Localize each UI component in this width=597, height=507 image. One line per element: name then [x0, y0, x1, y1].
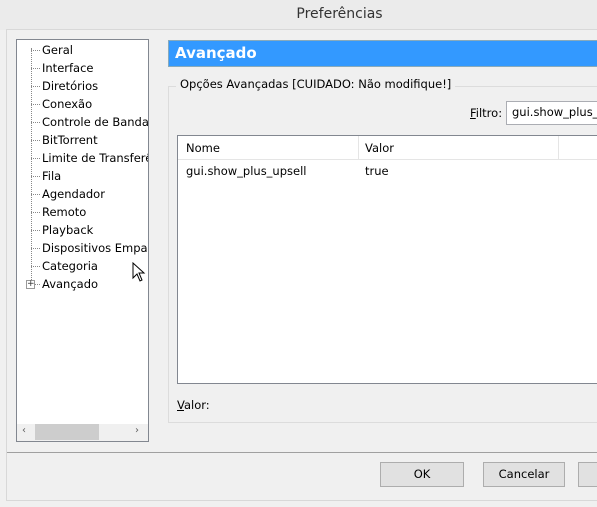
footer-divider	[7, 452, 597, 453]
tree-line	[31, 266, 40, 267]
filter-label: Filtro:	[470, 106, 503, 120]
scrollbar-thumb[interactable]	[35, 424, 99, 440]
tree-line	[31, 230, 40, 231]
ok-button[interactable]: OK	[380, 462, 464, 487]
sidebar-item[interactable]: Controle de Banda	[42, 113, 148, 131]
tree-line	[31, 212, 40, 213]
filter-input[interactable]: gui.show_plus_upsell	[506, 101, 597, 125]
group-label: Opções Avançadas [CUIDADO: Não modifique…	[176, 77, 456, 91]
column-header-name[interactable]: Nome	[186, 141, 220, 155]
category-tree[interactable]: Geral Interface Diretórios Conexão Controle …	[16, 39, 149, 442]
sidebar-item[interactable]: Diretórios	[42, 77, 98, 95]
sidebar-item[interactable]: Categoria	[42, 257, 98, 275]
row-name: gui.show_plus_upsell	[186, 164, 307, 178]
tree-line	[31, 48, 32, 286]
tree-line	[31, 68, 40, 69]
column-divider[interactable]	[558, 136, 559, 160]
cancel-button[interactable]: Cancelar	[483, 462, 565, 487]
sidebar-item[interactable]: Conexão	[42, 95, 92, 113]
scroll-left-icon[interactable]: ‹	[22, 425, 26, 436]
tree-line	[31, 176, 40, 177]
window-title: Preferências	[296, 6, 383, 22]
tree-line	[31, 158, 40, 159]
sidebar-item[interactable]: BitTorrent	[42, 131, 98, 149]
expand-icon[interactable]: +	[26, 280, 35, 289]
tree-line	[31, 248, 40, 249]
row-value: true	[365, 164, 389, 178]
value-label: Valor:	[177, 398, 210, 412]
sidebar-item[interactable]: Remoto	[42, 203, 86, 221]
tree-line	[31, 104, 40, 105]
column-divider[interactable]	[358, 136, 359, 160]
sidebar-item[interactable]: Geral	[42, 41, 73, 59]
sidebar-item[interactable]: Dispositivos Emparelhados	[42, 239, 148, 257]
sidebar-item[interactable]: Fila	[42, 167, 61, 185]
mouse-cursor-icon	[132, 262, 146, 282]
apply-button[interactable]	[578, 462, 597, 487]
tree-line	[31, 50, 40, 51]
tree-line	[31, 122, 40, 123]
list-header: Nome Valor	[178, 136, 597, 160]
sidebar-item[interactable]: Avançado	[42, 275, 98, 293]
options-list[interactable]: Nome Valor gui.show_plus_upsell true	[177, 135, 597, 384]
sidebar-item[interactable]: Limite de Transferência	[42, 149, 148, 167]
table-row[interactable]: gui.show_plus_upsell true	[178, 162, 597, 182]
panel-header: Avançado	[168, 40, 597, 67]
tree-line	[31, 140, 40, 141]
column-header-value[interactable]: Valor	[365, 141, 394, 155]
tree-line	[31, 86, 40, 87]
scroll-right-icon[interactable]: ›	[135, 425, 139, 436]
sidebar-item[interactable]: Playback	[42, 221, 93, 239]
sidebar-item[interactable]: Agendador	[42, 185, 105, 203]
sidebar-item[interactable]: Interface	[42, 59, 94, 77]
tree-line	[31, 194, 40, 195]
